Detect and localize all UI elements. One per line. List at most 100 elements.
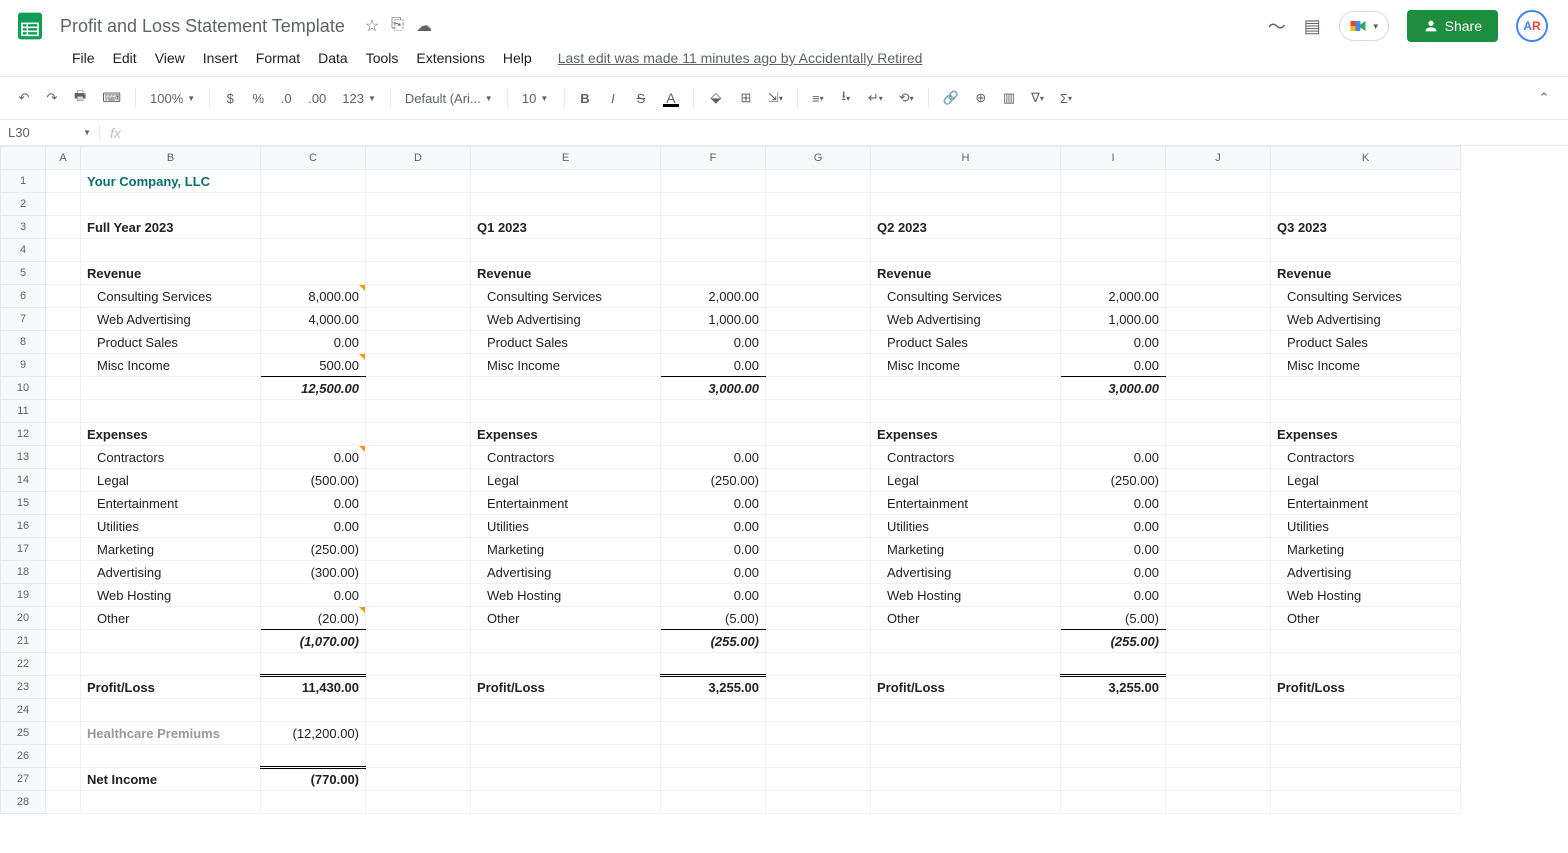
currency-icon[interactable]: $	[218, 85, 242, 112]
row-header[interactable]: 1	[1, 170, 46, 193]
cell[interactable]: 0.00	[1061, 354, 1166, 377]
cell[interactable]: Web Advertising	[81, 308, 261, 331]
cell[interactable]	[366, 745, 471, 768]
cell[interactable]	[46, 515, 81, 538]
cell[interactable]: 0.00	[1061, 538, 1166, 561]
cell[interactable]: Web Hosting	[871, 584, 1061, 607]
cell[interactable]	[261, 400, 366, 423]
cell[interactable]	[261, 423, 366, 446]
cell[interactable]	[661, 239, 766, 262]
last-edit-link[interactable]: Last edit was made 11 minutes ago by Acc…	[550, 46, 931, 70]
cell[interactable]: (5.00)	[661, 607, 766, 630]
row-header[interactable]: 11	[1, 400, 46, 423]
cell[interactable]: Web Advertising	[1271, 308, 1461, 331]
cell[interactable]: Marketing	[871, 538, 1061, 561]
cell[interactable]: 4,000.00	[261, 308, 366, 331]
cell[interactable]	[471, 630, 661, 653]
cell[interactable]: Q1 2023	[471, 216, 661, 239]
cell[interactable]: (250.00)	[1061, 469, 1166, 492]
cell[interactable]	[46, 423, 81, 446]
cell[interactable]: Advertising	[81, 561, 261, 584]
cell[interactable]: Web Hosting	[471, 584, 661, 607]
cell[interactable]	[1061, 400, 1166, 423]
cell[interactable]: 0.00	[661, 446, 766, 469]
row-header[interactable]: 4	[1, 239, 46, 262]
cell[interactable]: 0.00	[661, 331, 766, 354]
cell[interactable]	[261, 791, 366, 814]
cell[interactable]: Other	[471, 607, 661, 630]
cell[interactable]	[1271, 630, 1461, 653]
cell[interactable]	[366, 584, 471, 607]
cell[interactable]	[766, 791, 871, 814]
col-header[interactable]: E	[471, 147, 661, 170]
cell[interactable]	[871, 400, 1061, 423]
cell[interactable]: Web Advertising	[471, 308, 661, 331]
fill-color-icon[interactable]: ⬙	[702, 83, 730, 113]
cell[interactable]	[261, 262, 366, 285]
cell[interactable]: Contractors	[871, 446, 1061, 469]
percent-icon[interactable]: %	[246, 85, 270, 112]
cell[interactable]: 0.00	[261, 492, 366, 515]
col-header[interactable]: C	[261, 147, 366, 170]
cell[interactable]	[366, 538, 471, 561]
menu-edit[interactable]: Edit	[105, 46, 145, 70]
cell[interactable]	[471, 791, 661, 814]
cell[interactable]	[471, 377, 661, 400]
cell[interactable]: 0.00	[661, 354, 766, 377]
row-header[interactable]: 8	[1, 331, 46, 354]
comments-icon[interactable]: ▤	[1304, 16, 1321, 37]
cell[interactable]: (300.00)	[261, 561, 366, 584]
cell[interactable]	[1061, 653, 1166, 676]
cell[interactable]	[46, 308, 81, 331]
borders-icon[interactable]: ⊞	[734, 84, 758, 112]
cell[interactable]	[46, 745, 81, 768]
cell[interactable]	[871, 170, 1061, 193]
cell[interactable]: Other	[1271, 607, 1461, 630]
cell[interactable]	[1166, 676, 1271, 699]
cell[interactable]	[766, 331, 871, 354]
cell[interactable]	[366, 768, 471, 791]
cell[interactable]: 1,000.00	[1061, 308, 1166, 331]
cell[interactable]: Marketing	[81, 538, 261, 561]
menu-insert[interactable]: Insert	[195, 46, 246, 70]
cell[interactable]	[1271, 653, 1461, 676]
cell[interactable]	[81, 239, 261, 262]
link-icon[interactable]: 🔗	[937, 84, 965, 112]
cell[interactable]: Your Company, LLC	[81, 170, 261, 193]
cell[interactable]	[766, 653, 871, 676]
cell[interactable]: Advertising	[471, 561, 661, 584]
cell[interactable]	[1061, 745, 1166, 768]
meet-button[interactable]: ▼	[1339, 11, 1389, 41]
cell[interactable]	[1166, 285, 1271, 308]
font-size-select[interactable]: 10 ▼	[516, 87, 556, 110]
cell[interactable]	[1061, 722, 1166, 745]
cell[interactable]	[1166, 607, 1271, 630]
cell[interactable]: 0.00	[1061, 584, 1166, 607]
cell[interactable]	[661, 653, 766, 676]
cell[interactable]: 1,000.00	[661, 308, 766, 331]
cell[interactable]	[1166, 791, 1271, 814]
cell[interactable]: 500.00	[261, 354, 366, 377]
cell[interactable]	[46, 216, 81, 239]
cell[interactable]: 0.00	[261, 584, 366, 607]
cell[interactable]	[766, 469, 871, 492]
cell[interactable]: Profit/Loss	[471, 676, 661, 699]
cell[interactable]: (1,070.00)	[261, 630, 366, 653]
cell[interactable]: (5.00)	[1061, 607, 1166, 630]
cell[interactable]	[1061, 262, 1166, 285]
row-header[interactable]: 12	[1, 423, 46, 446]
cell[interactable]	[366, 262, 471, 285]
italic-icon[interactable]: I	[601, 85, 625, 112]
cell[interactable]	[766, 216, 871, 239]
cell[interactable]	[366, 354, 471, 377]
row-header[interactable]: 20	[1, 607, 46, 630]
row-header[interactable]: 18	[1, 561, 46, 584]
cell[interactable]	[366, 170, 471, 193]
cell[interactable]: Utilities	[81, 515, 261, 538]
cell[interactable]: 0.00	[261, 331, 366, 354]
cell[interactable]	[1271, 193, 1461, 216]
cell[interactable]: 0.00	[661, 561, 766, 584]
cell[interactable]	[46, 354, 81, 377]
cell[interactable]: Marketing	[1271, 538, 1461, 561]
cell[interactable]	[766, 768, 871, 791]
